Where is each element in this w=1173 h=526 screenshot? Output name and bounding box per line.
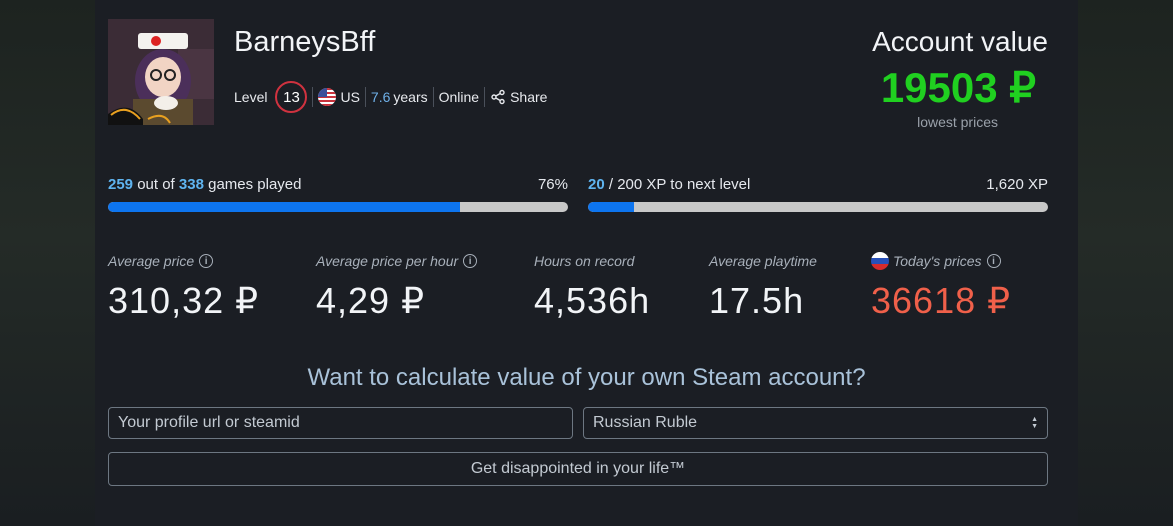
games-played-count: 259 [108, 176, 134, 193]
calculate-button[interactable]: Get disappointed in your life™ [108, 452, 1048, 486]
xp-rest-text: / 200 XP to next level [604, 176, 751, 193]
background-left [0, 0, 95, 526]
account-value-amount: 19503 ₽ [880, 64, 1036, 111]
stat-value: 36618 ₽ [871, 280, 1012, 321]
divider [432, 87, 434, 107]
xp-progress: 20 / 200 XP to next level 1,620 XP [588, 176, 1048, 212]
share-icon [491, 89, 505, 105]
stat-value: 4,536h [534, 280, 651, 321]
level-label: Level [234, 89, 268, 105]
stat-average-price-per-hour: Average price per hour i 4,29 ₽ [316, 252, 478, 322]
us-flag-icon [318, 88, 337, 106]
currency-select[interactable]: Russian Ruble ▲ ▼ [583, 407, 1048, 439]
background-right [1078, 0, 1173, 526]
select-arrows-icon: ▲ ▼ [1031, 416, 1038, 430]
share-button[interactable]: Share [490, 89, 547, 105]
profile-meta: Level 13 US 7.6 years Online Share [234, 80, 547, 114]
stat-todays-prices: Today's prices i 36618 ₽ [871, 252, 1011, 322]
profile-url-input[interactable]: Your profile url or steamid [108, 407, 573, 439]
divider [364, 87, 366, 107]
avatar-image [108, 19, 214, 125]
divider [312, 87, 314, 107]
info-icon[interactable]: i [463, 254, 478, 268]
xp-current: 20 [588, 176, 605, 193]
games-progress-bar [108, 202, 568, 212]
stat-average-price: Average price i 310,32 ₽ [108, 252, 259, 322]
info-icon[interactable]: i [986, 254, 1001, 268]
divider [484, 87, 486, 107]
account-age-label: years [393, 89, 428, 105]
stat-value: 4,29 ₽ [316, 280, 425, 321]
account-age-number: 7.6 [370, 89, 391, 105]
stat-average-playtime: Average playtime 17.5h [709, 252, 817, 322]
stat-value: 17.5h [709, 280, 805, 321]
account-value-title: Account value [872, 26, 1048, 57]
share-label: Share [510, 89, 548, 105]
stat-value: 310,32 ₽ [108, 280, 260, 321]
account-value-note: lowest prices [917, 114, 998, 130]
games-progress: 259 out of 338 games played 76% [108, 176, 568, 212]
xp-text: 20 / 200 XP to next level [588, 176, 750, 196]
username: BarneysBff [234, 26, 376, 58]
stat-label: Average price [108, 253, 195, 269]
stat-label: Average price per hour [316, 253, 459, 269]
xp-total: 1,620 XP [986, 176, 1048, 193]
profile-card: BarneysBff Level 13 US 7.6 years Online [95, 0, 1078, 526]
russia-flag-icon [871, 252, 889, 270]
stat-hours-on-record: Hours on record 4,536h [534, 252, 650, 322]
games-mid-text: out of [133, 176, 179, 193]
xp-progress-bar [588, 202, 1048, 212]
games-percent: 76% [537, 176, 568, 193]
games-end-text: games played [203, 176, 302, 193]
calculator-heading: Want to calculate value of your own Stea… [307, 364, 866, 391]
games-progress-fill [108, 202, 461, 212]
stat-label: Hours on record [534, 253, 635, 269]
stat-label: Average playtime [709, 253, 817, 269]
info-icon[interactable]: i [199, 254, 214, 268]
games-played-text: 259 out of 338 games played [108, 176, 302, 196]
xp-progress-fill [588, 202, 634, 212]
online-status: Online [438, 89, 480, 105]
stat-label: Today's prices [893, 253, 982, 269]
avatar[interactable] [108, 19, 214, 125]
country-code: US [340, 89, 360, 105]
games-total-count: 338 [178, 176, 204, 193]
currency-selected: Russian Ruble [593, 414, 698, 431]
profile-url-placeholder: Your profile url or steamid [118, 414, 300, 431]
level-badge[interactable]: 13 [275, 81, 308, 113]
